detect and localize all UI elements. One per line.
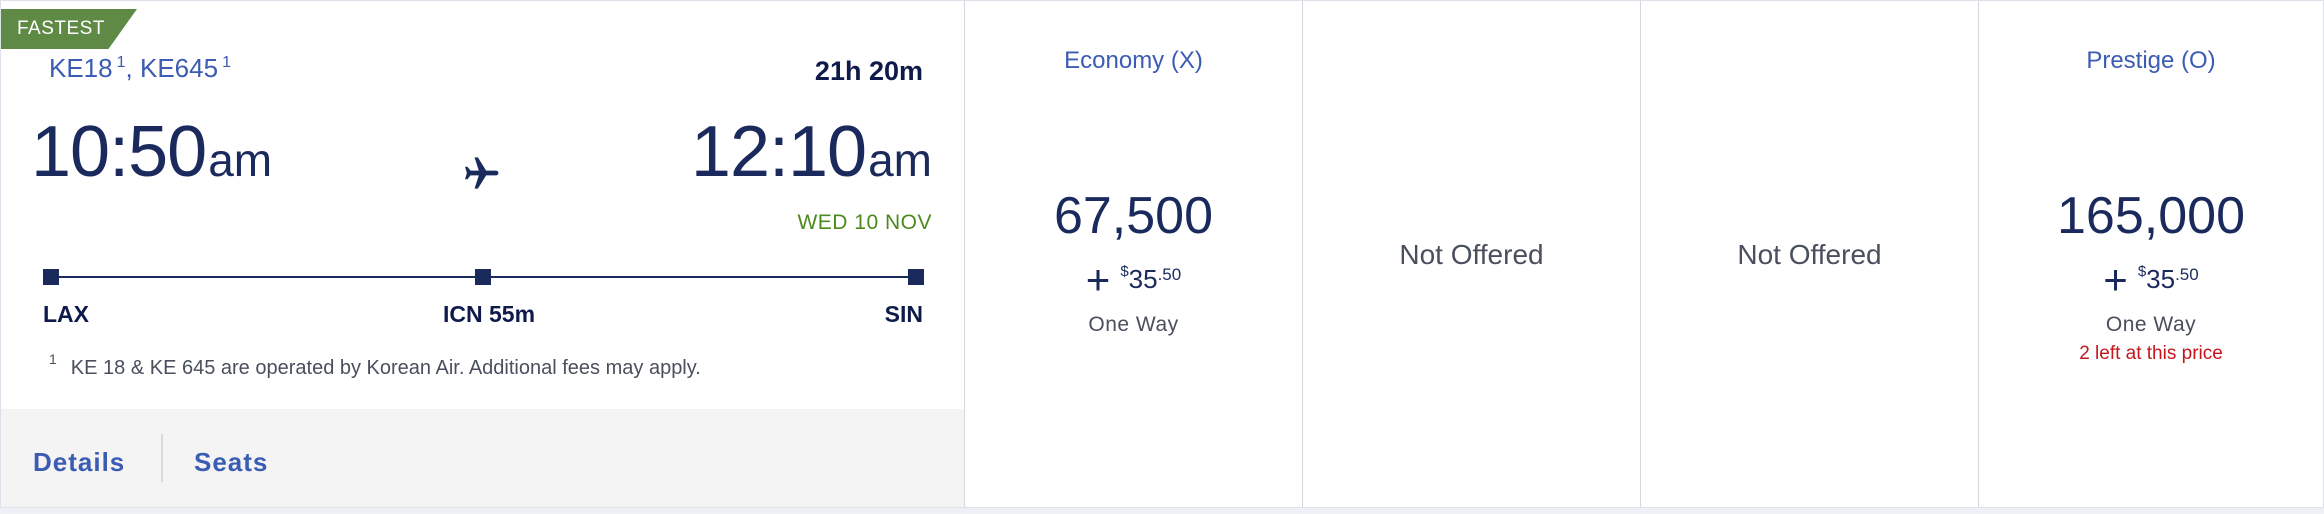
arrival-time-period: am	[868, 134, 932, 186]
seats-left-alert: 2 left at this price	[2079, 343, 2223, 364]
taxes-fees: + $35.50	[1979, 256, 2323, 304]
fee-dollars: 35	[1128, 264, 1158, 294]
fee-cents: .50	[2175, 265, 2199, 284]
departure-time-value: 10:50	[31, 112, 207, 192]
layover-marker	[475, 269, 491, 285]
fee-currency: $	[1120, 263, 1129, 280]
arrival-date: WED 10 NOV	[797, 211, 932, 234]
origin-airport: LAX	[43, 301, 89, 327]
flight-actions-bar: Details Seats	[1, 409, 964, 507]
flight-duration: 21h 20m	[814, 56, 923, 86]
flight-number-separator: ,	[125, 53, 133, 83]
departure-time: 10:50am	[31, 111, 272, 193]
actions-divider	[161, 434, 163, 482]
arrival-time: 12:10am	[691, 111, 932, 193]
fare-option-prestige[interactable]: Prestige (O) 165,000 + $35.50 One Way 2 l…	[1978, 1, 2323, 507]
miles-price: 165,000	[2057, 187, 2245, 245]
trip-type: One Way	[1088, 313, 1179, 336]
details-link[interactable]: Details	[33, 447, 125, 478]
arrival-time-value: 12:10	[690, 112, 867, 192]
fare-option-not-offered: Not Offered	[1302, 1, 1640, 507]
origin-marker	[43, 269, 59, 285]
fastest-badge: FASTEST	[1, 9, 137, 49]
cabin-title: Economy (X)	[1064, 47, 1203, 74]
fee-dollars: 35	[2146, 264, 2176, 294]
flight-info-section: FASTEST KE18 1, KE645 1 21h 20m 10:50am 12…	[1, 1, 964, 507]
footnote-marker: 1	[49, 351, 57, 367]
flight-numbers: KE18 1, KE645 1	[49, 53, 231, 84]
miles-price: 67,500	[1053, 187, 1214, 245]
not-offered-label: Not Offered	[1737, 239, 1882, 270]
seats-link[interactable]: Seats	[194, 447, 268, 478]
destination-airport: SIN	[884, 301, 923, 327]
flight-number-link[interactable]: KE645	[140, 53, 218, 83]
plus-sign: +	[1085, 256, 1111, 303]
layover-airport: ICN 55m	[443, 301, 536, 327]
airplane-icon	[465, 157, 499, 189]
flight-number-link[interactable]: KE18	[49, 53, 113, 83]
flight-footnote-marker: 1	[222, 54, 231, 71]
fare-option-not-offered: Not Offered	[1640, 1, 1978, 507]
destination-marker	[908, 269, 924, 285]
trip-type: One Way	[2105, 313, 2197, 336]
not-offered-label: Not Offered	[1399, 239, 1544, 270]
fee-currency: $	[2137, 263, 2147, 280]
operator-footnote: 1 KE 18 & KE 645 are operated by Korean A…	[49, 351, 701, 380]
footnote-text: KE 18 & KE 645 are operated by Korean Ai…	[70, 357, 701, 379]
fee-cents: .50	[1157, 265, 1182, 284]
fare-option-economy[interactable]: Economy (X) 67,500 + $35.50 One Way	[964, 1, 1302, 507]
cabin-title: Prestige (O)	[2086, 47, 2216, 74]
departure-time-period: am	[208, 134, 273, 186]
flight-footnote-marker: 1	[116, 54, 126, 71]
plus-sign: +	[2103, 256, 2128, 303]
flight-result-card: FASTEST KE18 1, KE645 1 21h 20m 10:50am 12…	[0, 0, 2324, 508]
taxes-fees: + $35.50	[965, 256, 1302, 304]
